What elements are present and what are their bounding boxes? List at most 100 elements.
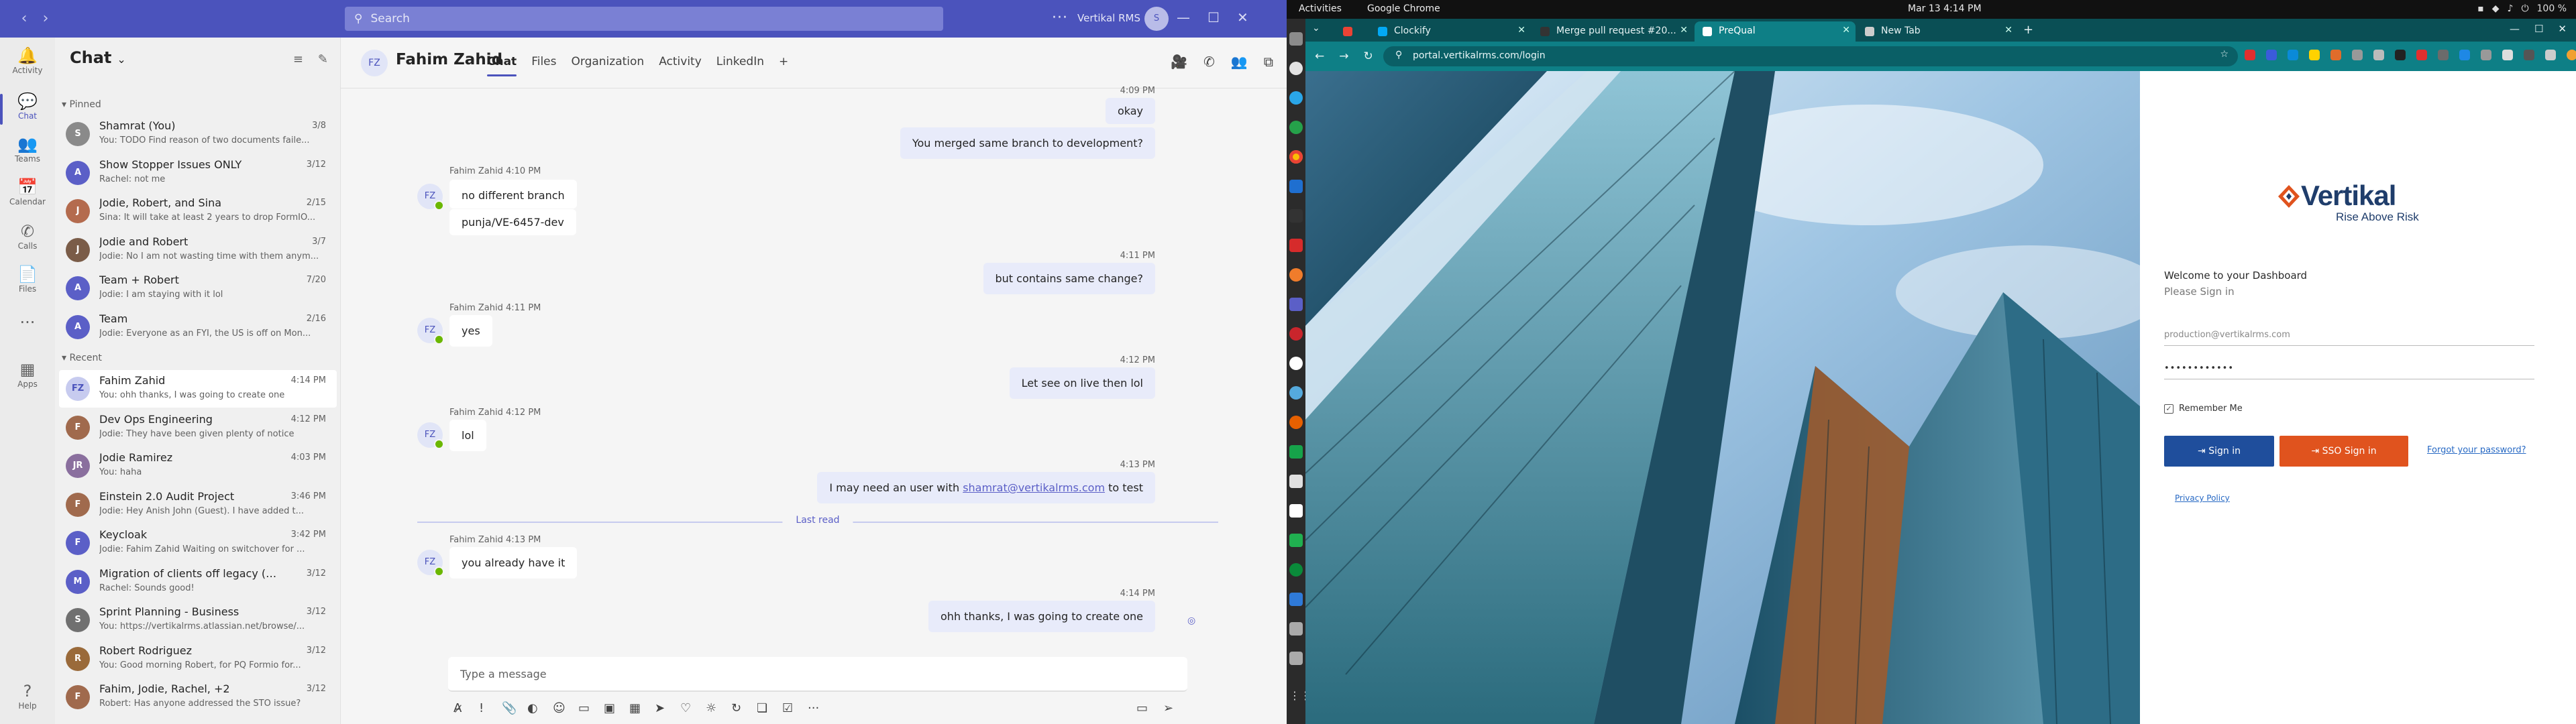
- app-dock-icon[interactable]: [1289, 622, 1303, 636]
- active-app-name[interactable]: Google Chrome: [1367, 3, 1440, 14]
- minimize-icon[interactable]: —: [2510, 23, 2520, 35]
- browser-tab-active[interactable]: PreQual ✕: [1695, 21, 1856, 42]
- forgot-password-link[interactable]: Forgot your password?: [2427, 445, 2526, 455]
- list-item[interactable]: JR Jodie Ramirez 4:03 PM You: haha: [59, 447, 337, 485]
- files-dock-icon[interactable]: [1289, 32, 1303, 46]
- postman-dock-icon[interactable]: [1289, 268, 1303, 282]
- minimize-icon[interactable]: —: [1177, 9, 1190, 25]
- back-icon[interactable]: ←: [1315, 50, 1324, 63]
- send-icon[interactable]: ➢: [1163, 701, 1173, 715]
- rail-more[interactable]: ···: [0, 312, 55, 333]
- list-item[interactable]: F Dev Ops Engineering 4:12 PM Jodie: They h…: [59, 409, 337, 446]
- clock[interactable]: Mar 13 4:14 PM: [1908, 3, 1982, 14]
- format-icon[interactable]: A̷: [453, 701, 462, 715]
- rail-calendar[interactable]: 📅 Calendar: [0, 177, 55, 206]
- audio-call-icon[interactable]: ✆: [1203, 54, 1215, 70]
- list-item[interactable]: A Show Stopper Issues ONLY 3/12 Rachel: not…: [59, 154, 337, 192]
- close-icon[interactable]: ✕: [1237, 9, 1248, 25]
- tab-organization[interactable]: Organization: [572, 55, 645, 76]
- maximize-icon[interactable]: ☐: [1208, 9, 1220, 25]
- idea-icon[interactable]: ☼: [706, 701, 716, 715]
- email-field[interactable]: production@vertikalrms.com: [2164, 326, 2534, 346]
- loop-icon[interactable]: ◐: [527, 701, 538, 715]
- close-tab-icon[interactable]: ✕: [1680, 25, 1688, 36]
- attach-icon[interactable]: 📎: [502, 701, 517, 715]
- vscode-dock-icon[interactable]: [1289, 180, 1303, 193]
- firefox-dock-icon[interactable]: [1289, 416, 1303, 429]
- back-icon[interactable]: ‹: [16, 11, 32, 27]
- list-item[interactable]: R Robert Rodriguez 3/12 You: Good morning R…: [59, 640, 337, 678]
- close-icon[interactable]: ✕: [2558, 23, 2567, 35]
- list-item[interactable]: M Migration of clients off legacy (sunse.…: [59, 563, 337, 601]
- terminal-dock-icon[interactable]: [1289, 209, 1303, 223]
- rail-calls[interactable]: ✆ Calls: [0, 221, 55, 251]
- refresh-icon[interactable]: ↻: [731, 701, 741, 715]
- rail-activity[interactable]: 🔔 Activity: [0, 46, 55, 75]
- activities-button[interactable]: Activities: [1299, 3, 1342, 14]
- bookmark-star-icon[interactable]: ☆: [2220, 49, 2229, 60]
- video-call-icon[interactable]: 🎥: [1171, 54, 1187, 70]
- gif-icon[interactable]: ▭: [578, 701, 590, 715]
- app-dock-icon[interactable]: [1289, 327, 1303, 341]
- send-later-icon[interactable]: ➤: [655, 701, 665, 715]
- rail-files[interactable]: 📄 Files: [0, 264, 55, 294]
- extension-icon[interactable]: [2245, 50, 2255, 60]
- more-icon[interactable]: ···: [808, 701, 819, 715]
- their-message[interactable]: lol: [449, 420, 486, 451]
- list-item[interactable]: S Shamrat (You) 3/8 You: TODO Find reason o…: [59, 115, 337, 153]
- browser-tab[interactable]: New Tab ✕: [1857, 21, 2018, 42]
- tab-linkedin[interactable]: LinkedIn: [716, 55, 764, 76]
- address-bar[interactable]: ⚲ portal.vertikalrms.com/login ☆: [1383, 46, 2238, 66]
- extension-icon[interactable]: [2524, 50, 2534, 60]
- browser-tab[interactable]: Merge pull request #20... ✕: [1532, 21, 1693, 42]
- my-message[interactable]: but contains same change?: [983, 263, 1155, 294]
- email-link[interactable]: shamrat@vertikalrms.com: [963, 481, 1105, 494]
- privacy-policy-link[interactable]: Privacy Policy: [2175, 493, 2230, 503]
- app-dock-icon[interactable]: [1289, 91, 1303, 105]
- list-item[interactable]: J Jodie and Robert 3/7 Jodie: No I am not w…: [59, 231, 337, 269]
- app-dock-icon[interactable]: [1289, 593, 1303, 606]
- my-message[interactable]: I may need an user with shamrat@vertikal…: [817, 472, 1155, 503]
- extension-icon[interactable]: [2352, 50, 2363, 60]
- list-item[interactable]: S Sprint Planning - Business 3/12 You: http…: [59, 601, 337, 639]
- extension-icon[interactable]: [2395, 50, 2406, 60]
- dictate-icon[interactable]: ▭: [1136, 701, 1148, 715]
- tab-search-icon[interactable]: ⌄: [1312, 23, 1320, 34]
- browser-tab[interactable]: Clockify ✕: [1370, 21, 1531, 42]
- close-tab-icon[interactable]: ✕: [1517, 25, 1525, 36]
- forward-icon[interactable]: ›: [38, 11, 54, 27]
- praise-icon[interactable]: ♡: [680, 701, 691, 715]
- extension-icon[interactable]: [2481, 50, 2491, 60]
- close-tab-icon[interactable]: ✕: [2004, 25, 2012, 36]
- their-message[interactable]: no different branch: [449, 180, 577, 208]
- extension-icon[interactable]: [2438, 50, 2449, 60]
- app-dock-icon[interactable]: [1289, 534, 1303, 547]
- list-item[interactable]: F Keycloak 3:42 PM Jodie: Fahim Zahid Waiti…: [59, 524, 337, 562]
- reload-icon[interactable]: ↻: [1364, 50, 1373, 63]
- app-dock-icon[interactable]: [1289, 652, 1303, 665]
- org-name[interactable]: Vertikal RMS: [1077, 12, 1140, 24]
- profile-avatar[interactable]: S: [1144, 7, 1169, 31]
- avatar[interactable]: FZ: [361, 50, 388, 76]
- priority-icon[interactable]: !: [479, 701, 484, 715]
- app-dock-icon[interactable]: [1289, 475, 1303, 488]
- chrome-dock-icon[interactable]: [1289, 150, 1303, 164]
- their-message[interactable]: yes: [449, 315, 492, 347]
- app-dock-icon[interactable]: [1289, 445, 1303, 459]
- app-dock-icon[interactable]: [1289, 504, 1303, 518]
- whatsapp-dock-icon[interactable]: [1289, 121, 1303, 134]
- popout-icon[interactable]: ⧉: [1264, 54, 1273, 70]
- rail-help[interactable]: ? Help: [0, 681, 55, 711]
- my-message[interactable]: You merged same branch to development?: [900, 127, 1155, 159]
- app-dock-icon[interactable]: [1289, 62, 1303, 75]
- list-item[interactable]: FZ Fahim Zahid 4:14 PM You: ohh thanks, I w…: [59, 370, 337, 408]
- extension-icon[interactable]: [2459, 50, 2470, 60]
- list-item[interactable]: A Team + Robert 7/20 Jodie: I am staying wi…: [59, 269, 337, 307]
- system-tray[interactable]: ▪ ◆ ♪ ⏻ 100 %: [2477, 3, 2567, 14]
- list-item[interactable]: A Team 2/16 Jodie: Everyone as an FYI, the …: [59, 308, 337, 346]
- site-info-icon[interactable]: ⚲: [1395, 50, 1402, 60]
- more-options-button[interactable]: ···: [1052, 9, 1068, 26]
- search-input[interactable]: ⚲ Search: [345, 7, 943, 31]
- list-item[interactable]: F Einstein 2.0 Audit Project 3:46 PM Jodie:…: [59, 486, 337, 524]
- sticker-icon[interactable]: ▣: [604, 701, 615, 715]
